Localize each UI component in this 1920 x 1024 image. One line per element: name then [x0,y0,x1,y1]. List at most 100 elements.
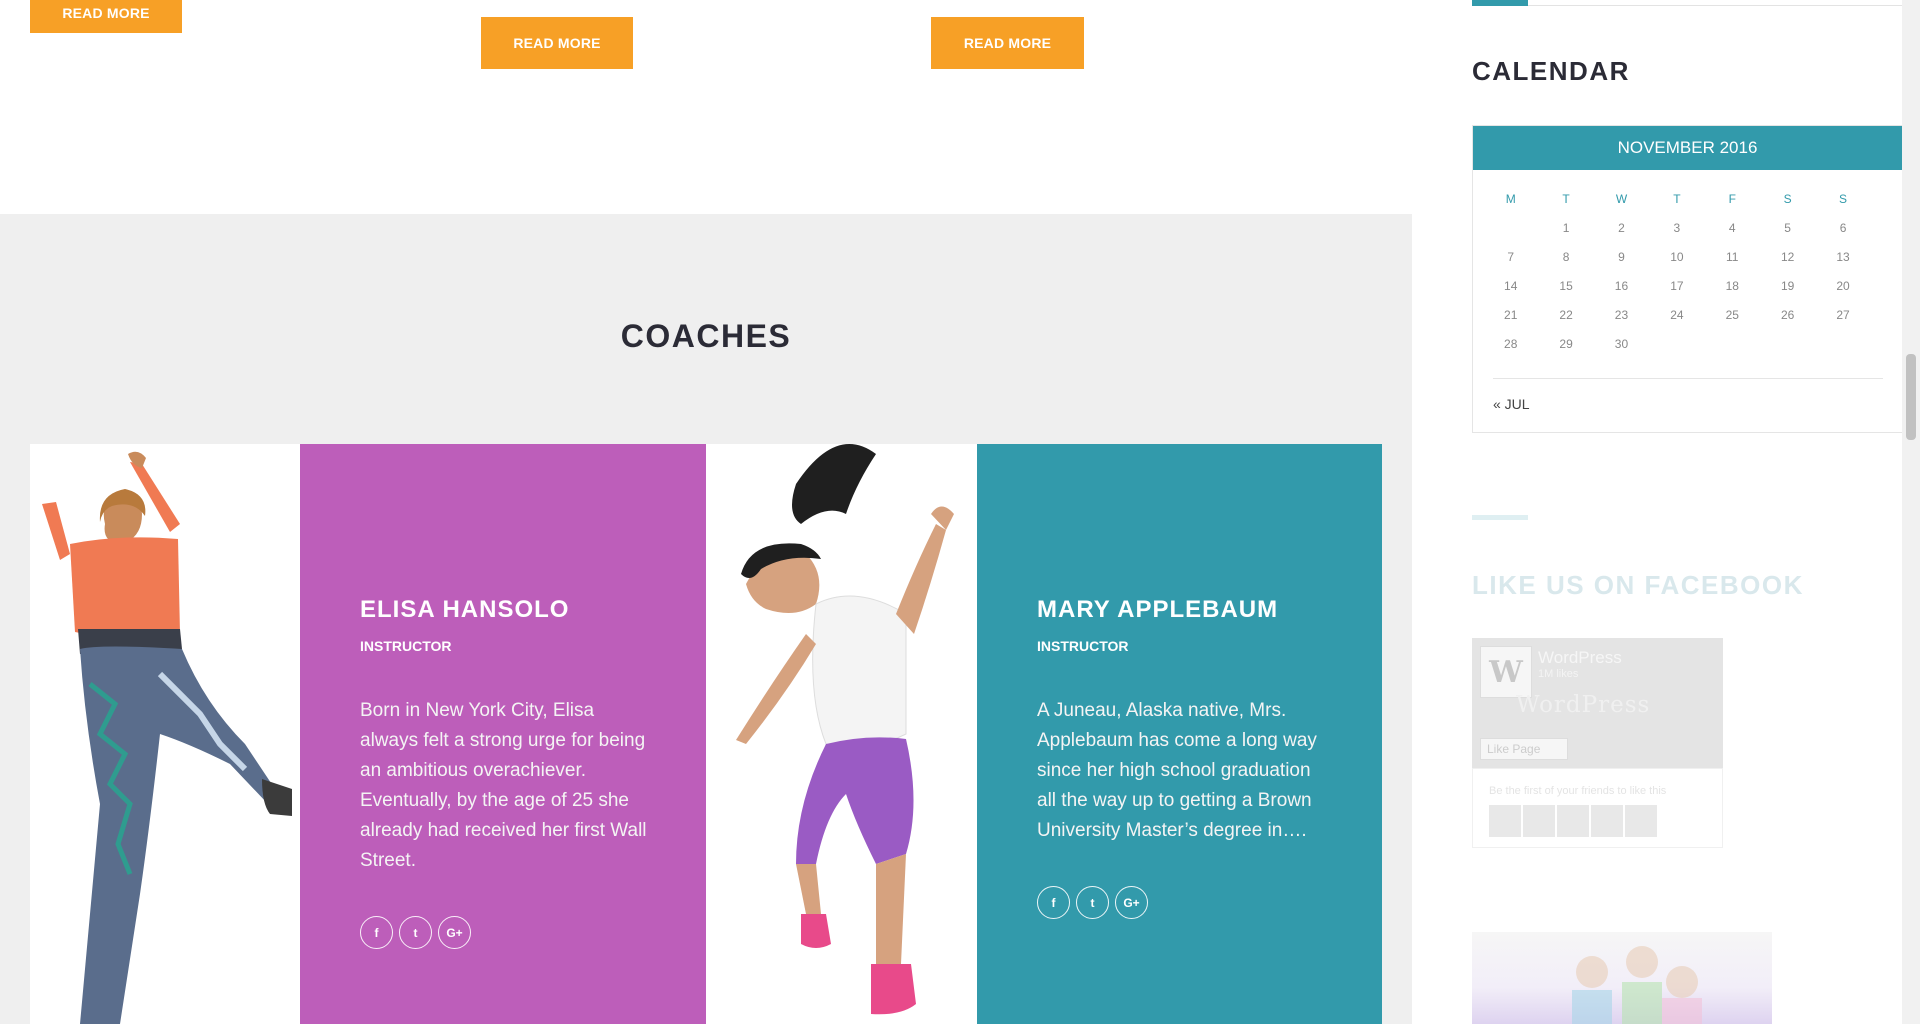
calendar-day[interactable]: 11 [1705,250,1760,279]
calendar-day[interactable]: 12 [1760,250,1815,279]
calendar-day[interactable]: 6 [1815,221,1870,250]
coach-card-elisa: ELISA HANSOLO INSTRUCTOR Born in New Yor… [300,444,706,1024]
calendar-day[interactable]: 4 [1705,221,1760,250]
calendar-day[interactable]: 24 [1649,308,1704,337]
social-links: f t G+ [1037,886,1148,919]
calendar-day[interactable]: 1 [1538,221,1593,250]
scrollbar-thumb[interactable] [1906,354,1916,440]
widget-accent-bar [1472,515,1528,520]
calendar-day [1649,337,1704,366]
widget-divider [1472,0,1902,6]
coach-name: MARY APPLEBAUM [1037,596,1279,623]
calendar-day[interactable]: 23 [1594,308,1649,337]
wordpress-logo-icon: W [1480,646,1532,698]
calendar-widget: NOVEMBER 2016 M T W T F S S 1 2 3 4 5 6 7 8 9 10 1… [1472,125,1903,433]
calendar-day[interactable]: 17 [1649,279,1704,308]
dancer-illustration [42,451,292,1024]
calendar-weekday: M [1505,192,1516,206]
facebook-page-box[interactable]: W WordPress 1M likes WordPress Like Page [1472,638,1723,768]
calendar-day[interactable]: 15 [1538,279,1593,308]
calendar-day[interactable]: 14 [1483,279,1538,308]
calendar-week-row: 28 29 30 [1483,337,1893,366]
scrollbar[interactable] [1902,0,1920,1024]
calendar-day[interactable]: 3 [1649,221,1704,250]
sidebar: CALENDAR NOVEMBER 2016 M T W T F S S 123… [1412,0,1920,1024]
facebook-friends-box: Be the first of your friends to like thi… [1472,768,1723,848]
dancer-illustration [736,444,954,1015]
coach-photo-elisa [30,444,300,1024]
calendar-week-row: 14 15 16 17 18 19 20 [1483,279,1893,308]
calendar-weekday: W [1615,192,1628,206]
calendar-weekday: T [1562,192,1570,206]
calendar-weekday: S [1783,192,1792,206]
calendar-day[interactable]: 2 [1594,221,1649,250]
avatar[interactable] [1591,805,1623,837]
calendar-day [1483,221,1538,250]
coach-role: INSTRUCTOR [1037,638,1129,654]
calendar-day[interactable]: 21 [1483,308,1538,337]
google-plus-icon[interactable]: G+ [1115,886,1148,919]
calendar-day[interactable]: 26 [1760,308,1815,337]
calendar-weekday: S [1839,192,1848,206]
coach-role: INSTRUCTOR [360,638,452,654]
calendar-day[interactable]: 18 [1705,279,1760,308]
social-links: f t G+ [360,916,471,949]
calendar-title: CALENDAR [1472,56,1630,86]
twitter-icon[interactable]: t [399,916,432,949]
group-photo-illustration [1572,946,1702,1024]
facebook-friends-text: Be the first of your friends to like thi… [1489,785,1667,797]
calendar-day[interactable]: 8 [1538,250,1593,279]
facebook-widget-title: LIKE US ON FACEBOOK [1472,570,1804,600]
calendar-weekday: F [1728,192,1736,206]
facebook-likes: 1M likes [1538,668,1579,680]
coach-bio: A Juneau, Alaska native, Mrs. Applebaum … [1037,700,1317,841]
calendar-week-row: 21 22 23 24 25 26 27 [1483,308,1893,337]
calendar-day [1815,337,1870,366]
coaches-title: COACHES [620,318,792,354]
read-more-button[interactable]: READ MORE [30,0,182,33]
calendar-day[interactable]: 29 [1538,337,1593,366]
avatar[interactable] [1557,805,1589,837]
facebook-icon[interactable]: f [360,916,393,949]
calendar-day[interactable]: 9 [1594,250,1649,279]
calendar-day[interactable]: 27 [1815,308,1870,337]
read-more-button[interactable]: READ MORE [481,17,633,69]
avatar[interactable] [1523,805,1555,837]
avatar[interactable] [1625,805,1657,837]
coach-bio: Born in New York City, Elisa always felt… [360,700,647,871]
twitter-icon[interactable]: t [1076,886,1109,919]
avatar[interactable] [1489,805,1521,837]
calendar-day[interactable]: 13 [1815,250,1870,279]
calendar-day[interactable]: 16 [1594,279,1649,308]
calendar-grid: M T W T F S S 1 2 3 4 5 6 7 8 9 10 11 12 13 14 15 16 17 1… [1483,192,1893,366]
calendar-week-row: 123456 [1483,221,1893,250]
calendar-day[interactable]: 5 [1760,221,1815,250]
calendar-weekday: T [1673,192,1681,206]
calendar-divider [1493,378,1883,379]
calendar-day[interactable]: 30 [1594,337,1649,366]
calendar-week-row: 7 8 9 10 11 12 13 [1483,250,1893,279]
widget-accent-bar [1472,0,1528,6]
calendar-day [1705,337,1760,366]
facebook-friend-avatars [1489,805,1657,837]
calendar-day[interactable]: 22 [1538,308,1593,337]
calendar-day [1760,337,1815,366]
calendar-prev-link[interactable]: « JUL [1493,396,1530,412]
read-more-button[interactable]: READ MORE [931,17,1084,69]
coaches-section: COACHES ELISA HANSOLO INSTRUCTOR Born in… [0,214,1412,1024]
calendar-day[interactable]: 19 [1760,279,1815,308]
calendar-day[interactable]: 25 [1705,308,1760,337]
calendar-weekday-row: M T W T F S S [1483,192,1893,221]
coach-photo-mary [706,444,977,1024]
facebook-icon[interactable]: f [1037,886,1070,919]
calendar-month: NOVEMBER 2016 [1473,126,1902,170]
facebook-page-name: WordPress [1538,648,1622,667]
google-plus-icon[interactable]: G+ [438,916,471,949]
calendar-day[interactable]: 7 [1483,250,1538,279]
coach-name: ELISA HANSOLO [360,596,570,623]
facebook-cover-watermark: WordPress [1516,692,1651,718]
calendar-day[interactable]: 20 [1815,279,1870,308]
calendar-day[interactable]: 28 [1483,337,1538,366]
facebook-like-button[interactable]: Like Page [1480,738,1568,760]
calendar-day[interactable]: 10 [1649,250,1704,279]
